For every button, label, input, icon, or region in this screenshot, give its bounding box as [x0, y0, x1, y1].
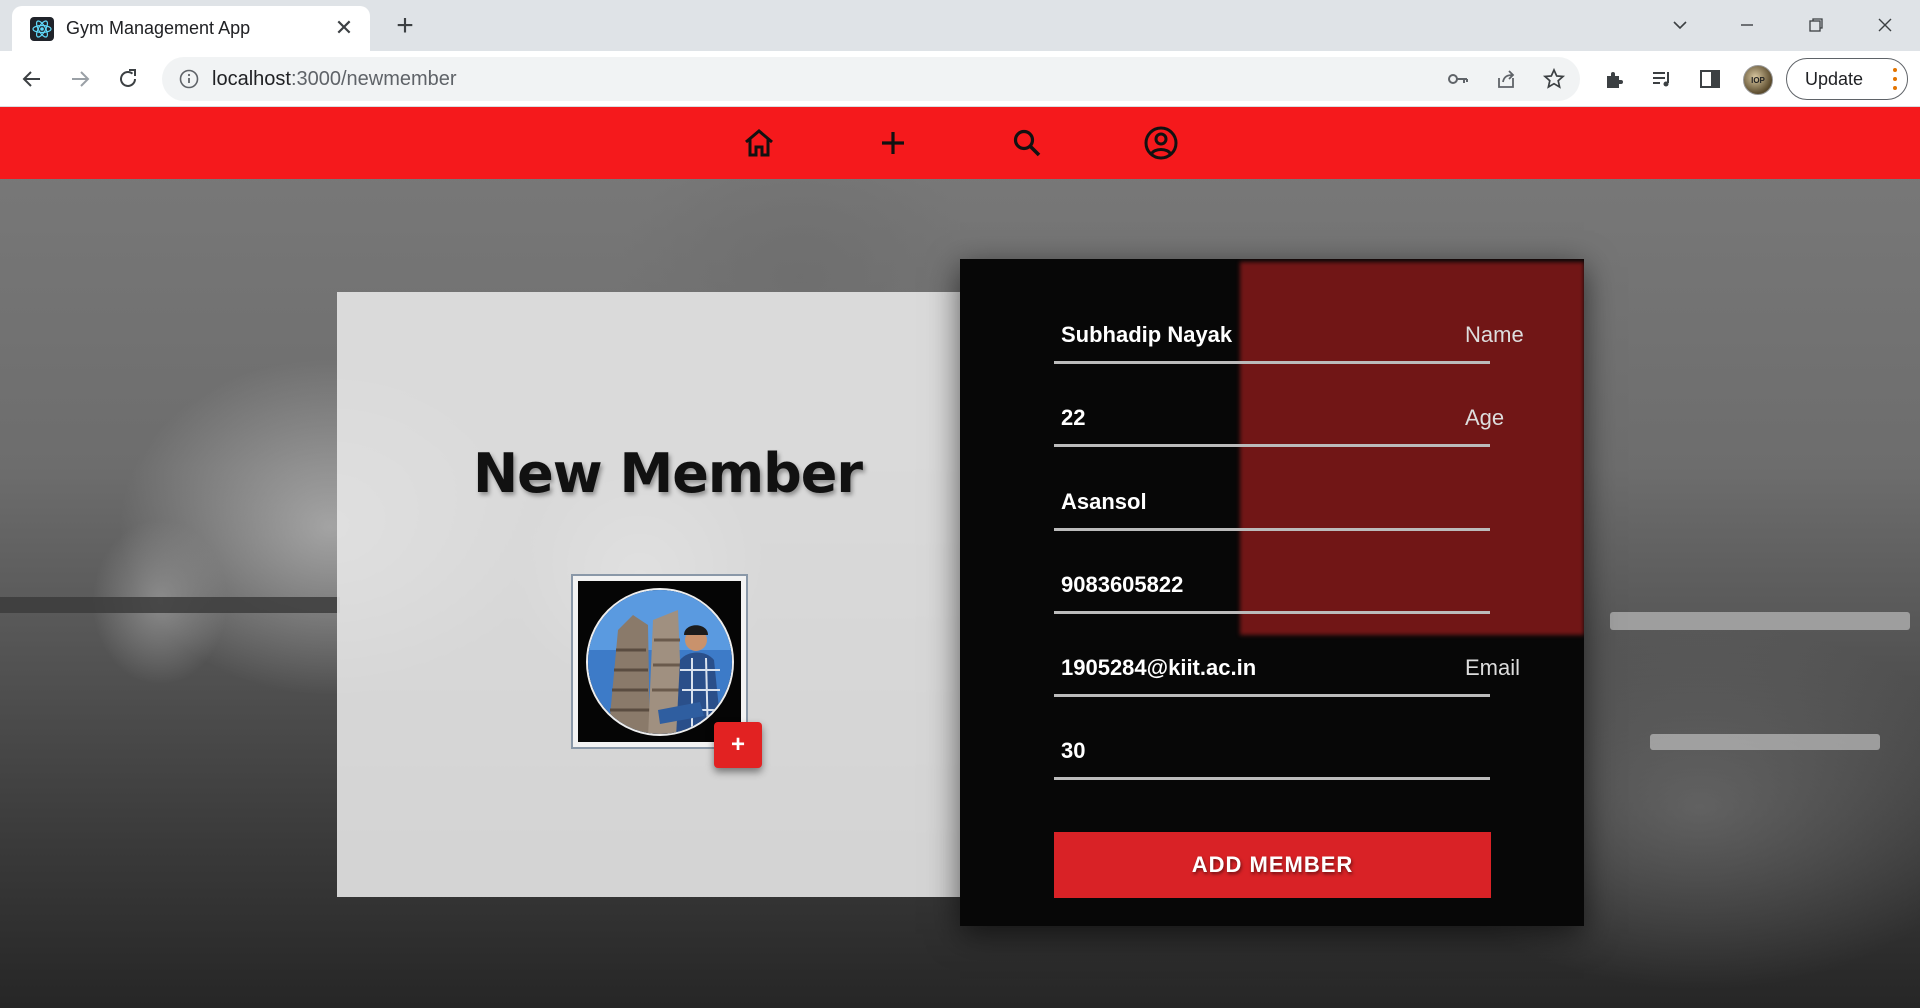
- add-member-button[interactable]: ADD MEMBER: [1054, 832, 1491, 898]
- age-field[interactable]: 22 Age: [1054, 363, 1504, 447]
- more-menu-icon: [1893, 68, 1897, 90]
- extensions-icon[interactable]: [1598, 63, 1630, 95]
- react-logo-icon: [30, 17, 54, 41]
- media-queue-icon[interactable]: [1646, 63, 1678, 95]
- close-tab-icon[interactable]: ✕: [332, 16, 356, 40]
- side-panel-icon[interactable]: [1694, 63, 1726, 95]
- bookmark-star-icon[interactable]: [1542, 67, 1566, 91]
- name-field[interactable]: Subhadip Nayak Name: [1054, 280, 1524, 364]
- email-input[interactable]: 1905284@kiit.ac.in: [1061, 655, 1256, 681]
- back-icon[interactable]: [16, 63, 48, 95]
- update-button[interactable]: Update: [1786, 58, 1908, 100]
- url-text: localhost:3000/newmember: [212, 68, 457, 91]
- browser-toolbar: localhost:3000/newmember IOP Update: [0, 51, 1920, 107]
- add-photo-button[interactable]: +: [714, 722, 762, 768]
- address-field[interactable]: Asansol: [1054, 447, 1490, 531]
- name-input[interactable]: Subhadip Nayak: [1061, 322, 1232, 348]
- browser-tab[interactable]: Gym Management App ✕: [12, 6, 370, 51]
- update-label: Update: [1805, 69, 1864, 89]
- age-label: Age: [1465, 405, 1505, 430]
- key-icon[interactable]: [1446, 67, 1470, 91]
- name-label: Name: [1465, 322, 1524, 347]
- address-input[interactable]: Asansol: [1061, 489, 1147, 515]
- phone-field[interactable]: 9083605822: [1054, 530, 1490, 614]
- member-photo: [585, 587, 734, 736]
- site-info-icon[interactable]: [178, 68, 200, 90]
- background-barbell: [0, 597, 340, 613]
- url-path: :3000/newmember: [290, 68, 457, 90]
- home-icon[interactable]: [740, 124, 778, 162]
- reload-icon[interactable]: [112, 63, 144, 95]
- duration-input[interactable]: 30: [1061, 738, 1085, 764]
- background-bar-lower: [1650, 734, 1880, 750]
- share-icon[interactable]: [1494, 67, 1518, 91]
- search-icon[interactable]: [1008, 124, 1046, 162]
- new-tab-icon[interactable]: +: [390, 11, 420, 42]
- email-field[interactable]: 1905284@kiit.ac.in Email: [1054, 613, 1520, 697]
- page: New Member + Subhadip Nayak Name 22 Age …: [0, 107, 1920, 1008]
- photo-backdrop: [578, 581, 741, 742]
- browser-tabstrip: Gym Management App ✕ +: [0, 0, 1920, 51]
- duration-field[interactable]: 30: [1054, 696, 1490, 780]
- close-window-icon[interactable]: [1865, 10, 1905, 40]
- profile-avatar[interactable]: IOP: [1743, 65, 1773, 95]
- phone-input[interactable]: 9083605822: [1061, 572, 1183, 598]
- member-photo-panel: New Member +: [337, 292, 960, 897]
- email-label: Email: [1465, 655, 1521, 680]
- restore-icon[interactable]: [1796, 10, 1836, 40]
- navbar: [0, 107, 1920, 179]
- age-input[interactable]: 22: [1061, 405, 1085, 431]
- page-title: New Member: [472, 442, 863, 505]
- tab-title: Gym Management App: [66, 18, 251, 38]
- tab-search-chevron-icon[interactable]: [1660, 10, 1700, 40]
- member-form-panel: Subhadip Nayak Name 22 Age Asansol 90836…: [960, 259, 1584, 926]
- account-icon[interactable]: [1142, 124, 1180, 162]
- address-bar[interactable]: localhost:3000/newmember: [162, 57, 1580, 101]
- plus-icon[interactable]: [874, 124, 912, 162]
- background-bar: [1610, 612, 1910, 630]
- url-host: localhost: [212, 68, 291, 90]
- minimize-icon[interactable]: [1727, 10, 1767, 40]
- forward-icon[interactable]: [64, 63, 96, 95]
